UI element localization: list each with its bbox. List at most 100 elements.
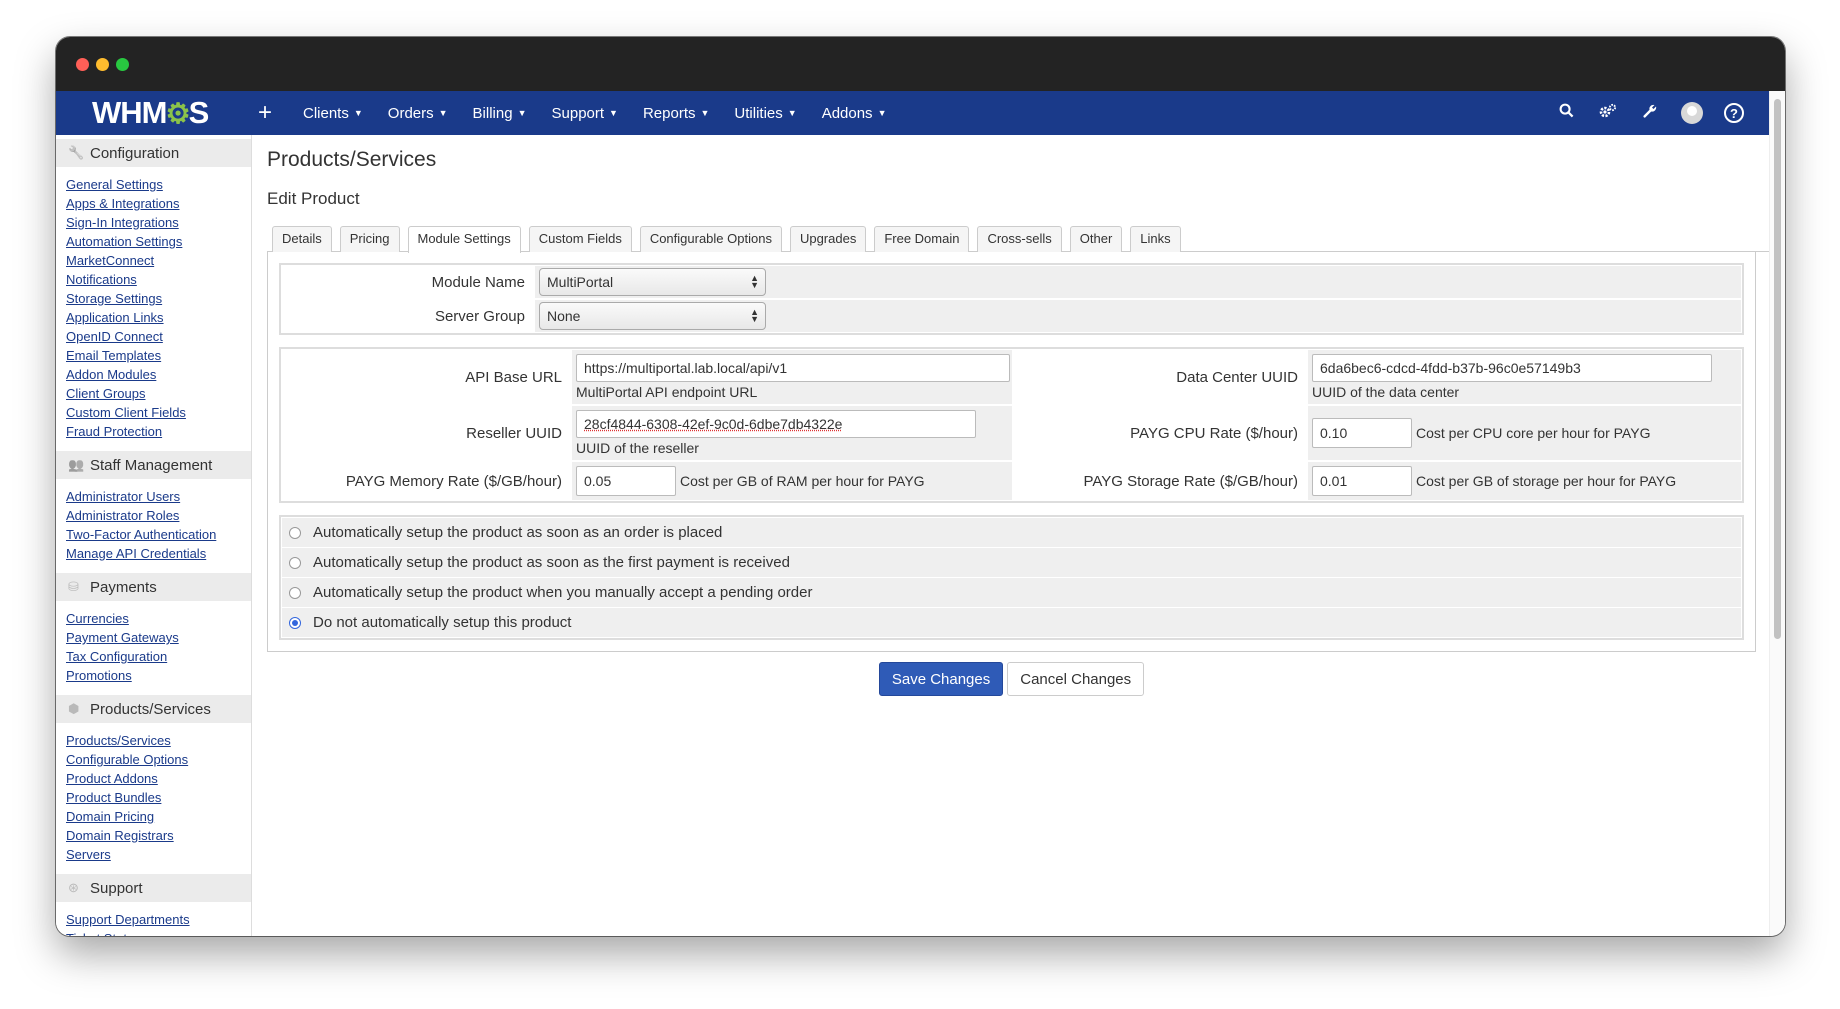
sidebar-link-custom-client-fields[interactable]: Custom Client Fields — [66, 403, 251, 422]
setup-option-row[interactable]: Do not automatically setup this product — [282, 608, 1741, 637]
sidebar-link-product-bundles[interactable]: Product Bundles — [66, 788, 251, 807]
sidebar-link-list: Currencies Payment Gateways Tax Configurat… — [56, 601, 251, 691]
sidebar-link-products-services[interactable]: Products/Services — [66, 731, 251, 750]
setup-option-row[interactable]: Automatically setup the product as soon … — [282, 548, 1741, 577]
page-scrollbar[interactable] — [1769, 91, 1785, 936]
auto-setup-options-box: Automatically setup the product as soon … — [279, 515, 1744, 640]
sidebar-link-notifications[interactable]: Notifications — [66, 270, 251, 289]
sidebar-section-title: Support — [90, 879, 143, 897]
sidebar-link-currencies[interactable]: Currencies — [66, 609, 251, 628]
sidebar-link-domain-pricing[interactable]: Domain Pricing — [66, 807, 251, 826]
sidebar-link-fraud-protection[interactable]: Fraud Protection — [66, 422, 251, 441]
tab-cross-sells[interactable]: Cross-sells — [977, 226, 1062, 252]
nav-support[interactable]: Support ▼ — [552, 105, 618, 122]
sidebar-link-manage-api-credentials[interactable]: Manage API Credentials — [66, 544, 251, 563]
tab-other[interactable]: Other — [1069, 226, 1123, 252]
module-name-select[interactable]: MultiPortal ▲ ▼ — [539, 268, 766, 296]
wrench-icon[interactable] — [1629, 103, 1671, 124]
close-window-button[interactable] — [76, 58, 89, 71]
memory-rate-help: Cost per GB of RAM per hour for PAYG — [680, 473, 925, 489]
tab-details[interactable]: Details — [272, 226, 332, 252]
sidebar-link-sign-in-integrations[interactable]: Sign-In Integrations — [66, 213, 251, 232]
nav-utilities[interactable]: Utilities ▼ — [734, 105, 796, 122]
memory-rate-input[interactable] — [576, 466, 676, 496]
search-icon[interactable] — [1545, 103, 1587, 123]
sidebar-section-products-services: ⬢ Products/Services — [56, 695, 251, 723]
sidebar: 🔧 Configuration General Settings Apps & Int… — [56, 135, 252, 936]
sidebar-link-product-addons[interactable]: Product Addons — [66, 769, 251, 788]
cancel-changes-button[interactable]: Cancel Changes — [1007, 662, 1145, 696]
nav-billing[interactable]: Billing ▼ — [473, 105, 527, 122]
sidebar-link-openid-connect[interactable]: OpenID Connect — [66, 327, 251, 346]
module-selection-box: Module Name MultiPortal ▲ ▼ Server Group … — [279, 263, 1744, 335]
sidebar-link-addon-modules[interactable]: Addon Modules — [66, 365, 251, 384]
sidebar-link-client-groups[interactable]: Client Groups — [66, 384, 251, 403]
sidebar-link-configurable-options[interactable]: Configurable Options — [66, 750, 251, 769]
sidebar-link-servers[interactable]: Servers — [66, 845, 251, 864]
setup-option-radio[interactable] — [289, 526, 301, 539]
setup-option-radio[interactable] — [289, 586, 301, 599]
setup-option-label: Automatically setup the product as soon … — [313, 554, 790, 571]
setup-option-row[interactable]: Automatically setup the product as soon … — [282, 518, 1741, 547]
sidebar-link-payment-gateways[interactable]: Payment Gateways — [66, 628, 251, 647]
coins-icon: ⛁ — [68, 579, 79, 594]
sidebar-link-email-templates[interactable]: Email Templates — [66, 346, 251, 365]
sidebar-section-title: Staff Management — [90, 456, 213, 474]
minimize-window-button[interactable] — [96, 58, 109, 71]
sidebar-link-marketconnect[interactable]: MarketConnect — [66, 251, 251, 270]
setup-gears-icon[interactable] — [1587, 103, 1629, 124]
tab-links[interactable]: Links — [1130, 226, 1181, 252]
tab-custom-fields[interactable]: Custom Fields — [528, 226, 632, 252]
caret-down-icon: ▼ — [609, 108, 618, 118]
tab-module-settings[interactable]: Module Settings — [407, 226, 521, 253]
sidebar-link-automation-settings[interactable]: Automation Settings — [66, 232, 251, 251]
cpu-rate-input[interactable] — [1312, 418, 1412, 448]
sidebar-link-tax-configuration[interactable]: Tax Configuration — [66, 647, 251, 666]
reseller-uuid-input[interactable] — [576, 410, 976, 438]
sidebar-link-promotions[interactable]: Promotions — [66, 666, 251, 685]
save-changes-button[interactable]: Save Changes — [878, 662, 1004, 696]
tab-free-domain[interactable]: Free Domain — [874, 226, 970, 252]
api-base-url-label: API Base URL — [465, 368, 562, 386]
sidebar-link-ticket-statuses[interactable]: Ticket Statuses — [66, 929, 251, 936]
nav-addons[interactable]: Addons ▼ — [822, 105, 887, 122]
setup-option-radio[interactable] — [289, 556, 301, 569]
data-center-uuid-input[interactable] — [1312, 354, 1712, 382]
maximize-window-button[interactable] — [116, 58, 129, 71]
sidebar-link-application-links[interactable]: Application Links — [66, 308, 251, 327]
storage-rate-input[interactable] — [1312, 466, 1412, 496]
scrollbar-thumb[interactable] — [1774, 99, 1781, 639]
sidebar-link-storage-settings[interactable]: Storage Settings — [66, 289, 251, 308]
setup-option-row[interactable]: Automatically setup the product when you… — [282, 578, 1741, 607]
nav-clients[interactable]: Clients ▼ — [303, 105, 363, 122]
setup-option-radio[interactable] — [289, 616, 301, 629]
memory-rate-label: PAYG Memory Rate ($/GB/hour) — [345, 472, 562, 490]
sidebar-link-support-departments[interactable]: Support Departments — [66, 910, 251, 929]
cpu-rate-label: PAYG CPU Rate ($/hour) — [1130, 424, 1298, 442]
nav-label: Clients — [303, 104, 349, 122]
sidebar-link-domain-registrars[interactable]: Domain Registrars — [66, 826, 251, 845]
whmcs-logo[interactable]: WHM ⚙ S — [92, 95, 232, 131]
user-avatar-icon[interactable] — [1671, 102, 1713, 124]
storage-rate-label: PAYG Storage Rate ($/GB/hour) — [1083, 472, 1298, 490]
help-icon[interactable]: ? — [1713, 103, 1755, 124]
sidebar-link-general-settings[interactable]: General Settings — [66, 175, 251, 194]
nav-reports[interactable]: Reports ▼ — [643, 105, 709, 122]
sidebar-link-administrator-users[interactable]: Administrator Users — [66, 487, 251, 506]
cubes-icon: ⬢ — [68, 701, 80, 716]
reseller-uuid-help: UUID of the reseller — [576, 440, 699, 456]
sidebar-link-administrator-roles[interactable]: Administrator Roles — [66, 506, 251, 525]
server-group-select[interactable]: None ▲ ▼ — [539, 302, 766, 330]
module-name-label: Module Name — [431, 273, 525, 291]
page-title: Products/Services — [267, 148, 437, 171]
api-base-url-input[interactable] — [576, 354, 1010, 382]
main-content: Products/Services Edit Product Details Pr… — [267, 135, 1769, 936]
tab-pricing[interactable]: Pricing — [339, 226, 400, 252]
sidebar-link-apps-integrations[interactable]: Apps & Integrations — [66, 194, 251, 213]
tab-configurable-options[interactable]: Configurable Options — [639, 226, 782, 252]
add-new-icon[interactable]: + — [258, 91, 278, 135]
nav-orders[interactable]: Orders ▼ — [388, 105, 448, 122]
sidebar-link-two-factor-authentication[interactable]: Two-Factor Authentication — [66, 525, 251, 544]
tab-upgrades[interactable]: Upgrades — [789, 226, 867, 252]
sidebar-section-title: Products/Services — [90, 700, 211, 718]
